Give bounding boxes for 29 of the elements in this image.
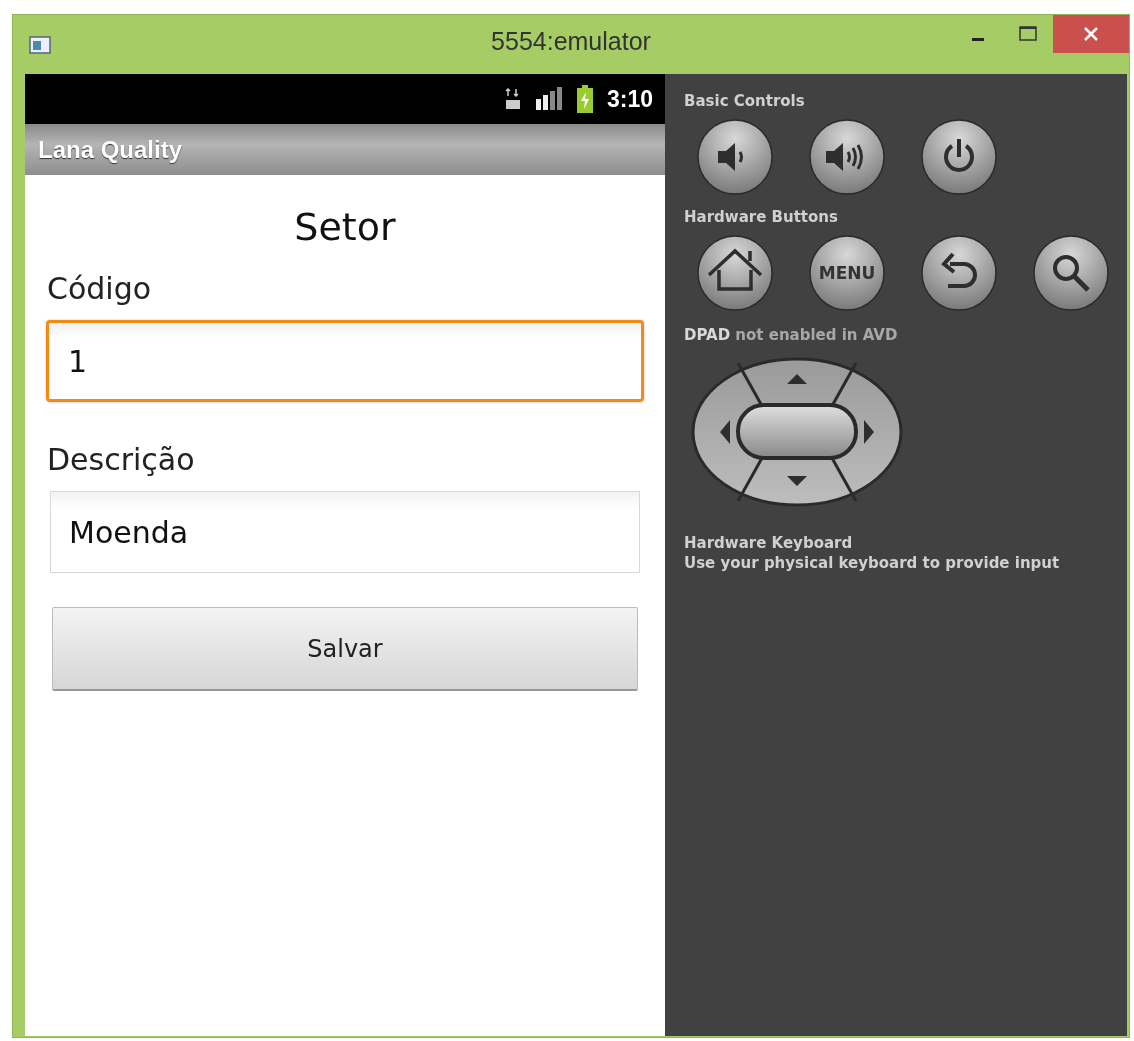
- window-title: 5554:emulator: [491, 27, 651, 55]
- power-button[interactable]: [920, 118, 998, 196]
- app-title: Lana Quality: [38, 135, 183, 164]
- menu-button[interactable]: MENU: [808, 234, 886, 312]
- text-field[interactable]: 1: [46, 320, 644, 402]
- volume-down-button[interactable]: [696, 118, 774, 196]
- section-title: Hardware Keyboard: [684, 534, 853, 552]
- signal-strength-icon: [534, 87, 563, 111]
- home-button[interactable]: [696, 234, 774, 312]
- 3g-signal-icon: [504, 88, 521, 110]
- back-button[interactable]: [920, 234, 998, 312]
- section-title: Basic Controls: [684, 92, 805, 110]
- minimize-icon: [972, 37, 984, 41]
- maximize-icon: [1019, 26, 1037, 42]
- close-icon: [1083, 26, 1099, 42]
- screen-heading: Setor: [294, 205, 396, 249]
- clock-time: 3:10: [606, 85, 653, 113]
- section-title: Hardware Buttons: [684, 208, 838, 226]
- window-icon: [29, 35, 51, 54]
- save-button[interactable]: Salvar: [52, 607, 638, 691]
- volume-up-button[interactable]: [808, 118, 886, 196]
- field-label: Descrição: [47, 442, 195, 477]
- close-button[interactable]: [1053, 15, 1129, 53]
- keyboard-note: Use your physical keyboard to provide input: [684, 554, 1060, 572]
- battery-charging-icon: [576, 85, 593, 113]
- search-button[interactable]: [1032, 234, 1110, 312]
- text-field[interactable]: Moenda: [50, 491, 640, 573]
- field-label: Código: [47, 271, 152, 306]
- dpad-note: DPAD not enabled in AVD: [684, 326, 898, 344]
